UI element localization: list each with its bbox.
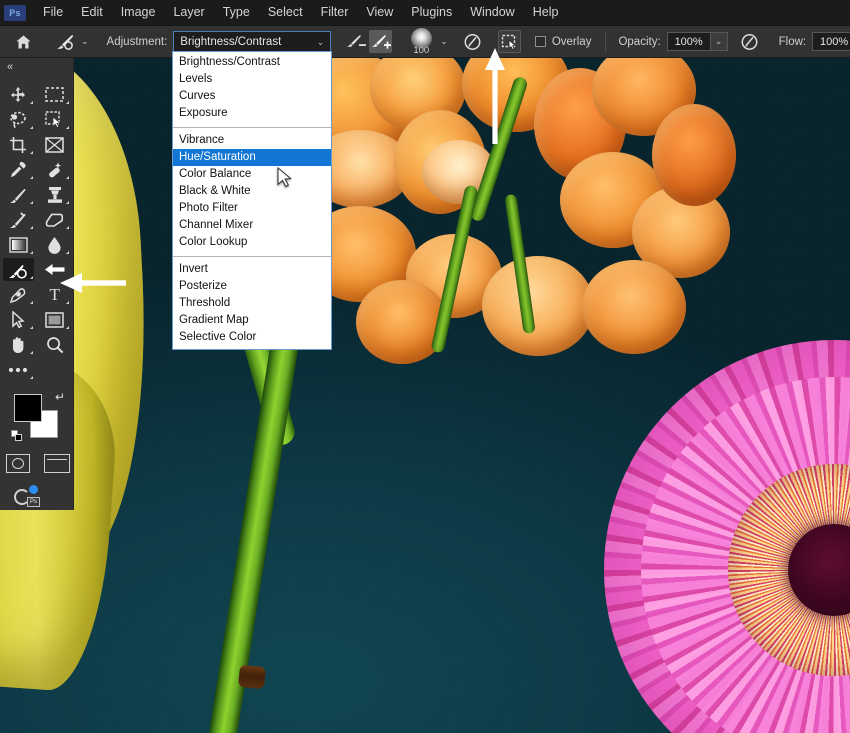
tool-preset-chevron-down-icon[interactable]: ⌄ <box>81 36 89 47</box>
tool-edit-toolbar[interactable] <box>0 357 37 382</box>
menu-option-black-and-white[interactable]: Black & White <box>173 183 331 200</box>
color-swatches: ↵ <box>0 388 73 450</box>
tool-move[interactable] <box>0 82 37 107</box>
tool-frame[interactable] <box>37 132 74 157</box>
brush-subtract-icon[interactable] <box>343 30 369 54</box>
tool-history-brush[interactable] <box>0 207 37 232</box>
menu-item-layer[interactable]: Layer <box>164 3 213 22</box>
tool-options-bar: ⌄ Adjustment: Brightness/Contrast ⌄ <box>0 26 850 58</box>
mouse-pointer-icon <box>277 167 293 195</box>
tool-dodge[interactable] <box>0 257 37 282</box>
menu-option-threshold[interactable]: Threshold <box>173 295 331 312</box>
tool-spot-healing-brush[interactable] <box>37 157 74 182</box>
menu-option-posterize[interactable]: Posterize <box>173 278 331 295</box>
arrow-left-to-selected-tool <box>60 272 126 299</box>
tool-eyedropper[interactable] <box>0 157 37 182</box>
options-divider <box>605 32 606 52</box>
photoshop-logo-icon: Ps <box>4 5 26 21</box>
cloud-documents-icon[interactable]: Ps <box>14 485 40 509</box>
menu-option-color-balance[interactable]: Color Balance <box>173 166 331 183</box>
arrow-up-to-selection-mask-button <box>483 48 507 149</box>
menu-item-filter[interactable]: Filter <box>312 3 358 22</box>
brush-size-preview[interactable]: 100 <box>404 28 438 56</box>
pressure-for-opacity-icon[interactable] <box>737 30 763 54</box>
menu-option-color-lookup[interactable]: Color Lookup <box>173 234 331 251</box>
menu-option-invert[interactable]: Invert <box>173 261 331 278</box>
menu-item-file[interactable]: File <box>34 3 72 22</box>
swap-colors-icon[interactable]: ↵ <box>55 390 65 404</box>
sample-all-layers-icon[interactable] <box>460 30 486 54</box>
tool-hand[interactable] <box>0 332 37 357</box>
tools-grid: T <box>0 76 73 382</box>
collapse-panel-chevrons-icon[interactable]: « <box>0 58 73 76</box>
adjustment-chevron-down-icon: ⌄ <box>317 37 325 48</box>
tool-blur[interactable] <box>37 232 74 257</box>
tool-pen[interactable] <box>0 282 37 307</box>
foreground-color-swatch[interactable] <box>14 394 42 422</box>
menu-item-plugins[interactable]: Plugins <box>402 3 461 22</box>
menu-item-window[interactable]: Window <box>461 3 523 22</box>
tool-zoom[interactable] <box>37 332 74 357</box>
menu-item-select[interactable]: Select <box>259 3 312 22</box>
menu-option-gradient-map[interactable]: Gradient Map <box>173 312 331 329</box>
menu-option-curves[interactable]: Curves <box>173 88 331 105</box>
adjustment-select[interactable]: Brightness/Contrast ⌄ <box>173 31 331 53</box>
menu-separator <box>173 127 331 128</box>
adjustment-select-value: Brightness/Contrast <box>180 36 281 48</box>
tool-object-selection[interactable] <box>37 107 74 132</box>
flow-label: Flow: <box>779 36 806 48</box>
menu-item-image[interactable]: Image <box>112 3 165 22</box>
adjustment-label: Adjustment: <box>107 36 168 48</box>
overlay-checkbox[interactable] <box>535 36 546 47</box>
home-icon[interactable] <box>10 30 36 54</box>
menu-option-hue-saturation[interactable]: Hue/Saturation <box>173 149 331 166</box>
menu-option-brightness-contrast[interactable]: Brightness/Contrast <box>173 54 331 71</box>
stem-node <box>238 665 266 690</box>
quick-mask-mode-icon[interactable] <box>6 454 30 473</box>
tool-brush[interactable] <box>0 182 37 207</box>
adjustment-dropdown-menu: Brightness/Contrast Levels Curves Exposu… <box>172 51 332 350</box>
menu-item-type[interactable]: Type <box>214 3 259 22</box>
menu-item-help[interactable]: Help <box>524 3 568 22</box>
menu-option-levels[interactable]: Levels <box>173 71 331 88</box>
tool-gradient[interactable] <box>0 232 37 257</box>
opacity-input[interactable]: 100% <box>667 32 711 51</box>
menu-item-edit[interactable]: Edit <box>72 3 112 22</box>
menu-separator <box>173 256 331 257</box>
opacity-label: Opacity: <box>618 36 660 48</box>
menu-option-exposure[interactable]: Exposure <box>173 105 331 122</box>
menu-item-view[interactable]: View <box>357 3 402 22</box>
screen-mode-icon[interactable] <box>44 454 70 473</box>
menu-option-vibrance[interactable]: Vibrance <box>173 132 331 149</box>
overlay-label[interactable]: Overlay <box>552 36 592 48</box>
brush-tool-preset-icon[interactable] <box>52 30 78 54</box>
pink-gerbera-daisy <box>604 340 850 733</box>
flow-input[interactable]: 100% <box>812 32 850 51</box>
tool-eraser[interactable] <box>37 207 74 232</box>
mode-buttons <box>0 454 73 473</box>
brush-add-icon[interactable] <box>369 30 392 53</box>
brush-size-chevron-down-icon[interactable]: ⌄ <box>440 36 448 47</box>
menu-option-photo-filter[interactable]: Photo Filter <box>173 200 331 217</box>
photoshop-window: Ps File Edit Image Layer Type Select Fil… <box>0 0 850 733</box>
menu-option-channel-mixer[interactable]: Channel Mixer <box>173 217 331 234</box>
brush-size-value: 100 <box>404 45 438 56</box>
tool-crop[interactable] <box>0 132 37 157</box>
tool-rectangular-marquee[interactable] <box>37 82 74 107</box>
tool-rectangle[interactable] <box>37 307 74 332</box>
photo-canvas[interactable] <box>0 58 850 733</box>
menu-bar: Ps File Edit Image Layer Type Select Fil… <box>0 0 850 26</box>
default-colors-icon[interactable] <box>11 430 23 442</box>
opacity-chevron-down-icon[interactable]: ⌄ <box>711 32 728 51</box>
tool-clone-stamp[interactable] <box>37 182 74 207</box>
menu-option-selective-color[interactable]: Selective Color <box>173 329 331 346</box>
tool-lasso[interactable] <box>0 107 37 132</box>
tool-path-selection[interactable] <box>0 307 37 332</box>
